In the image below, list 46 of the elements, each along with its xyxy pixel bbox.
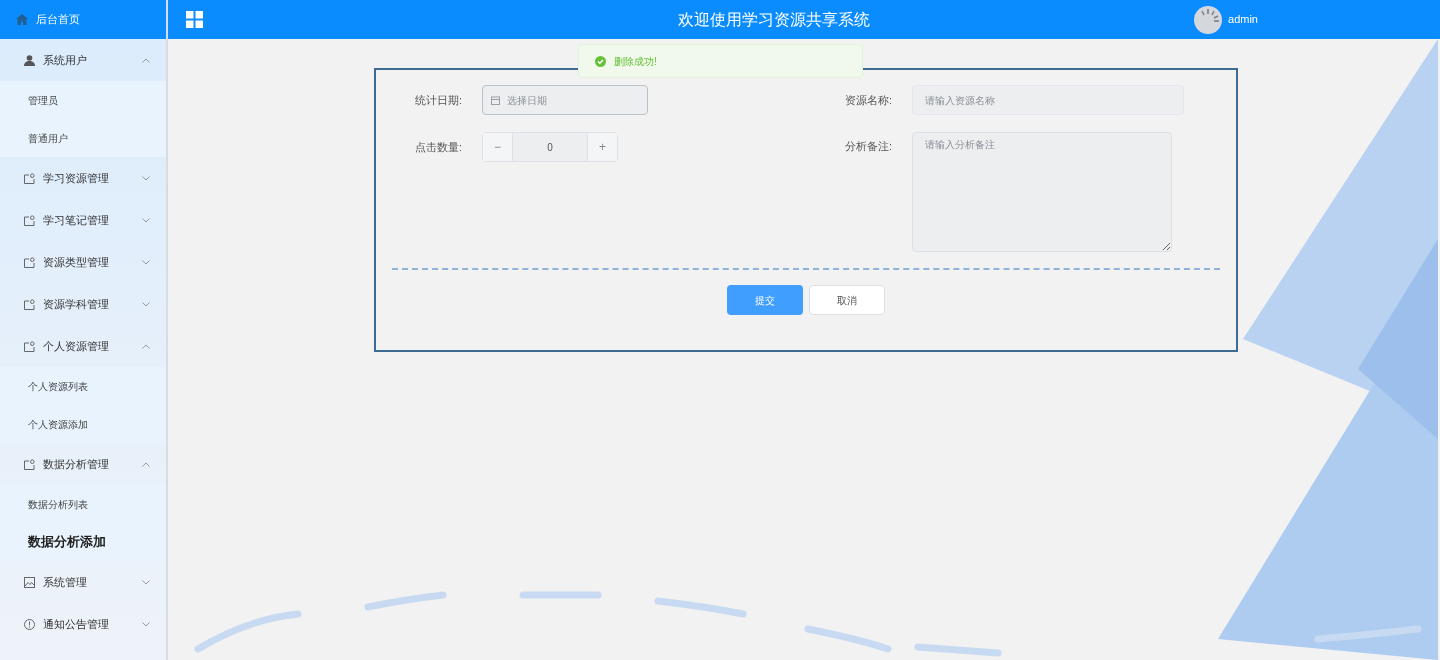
resource-name-field[interactable]: 请输入资源名称	[912, 85, 1184, 115]
chevron-up-icon	[142, 343, 150, 349]
menu-group[interactable]: 系统用户	[0, 39, 166, 81]
menu-group[interactable]: 数据分析管理	[0, 443, 166, 485]
image-icon	[24, 576, 35, 588]
chevron-down-icon	[142, 621, 150, 627]
menu-group[interactable]: 资源学科管理	[0, 283, 166, 325]
field-label: 资源名称:	[843, 92, 893, 108]
menu-item[interactable]: 管理员	[0, 81, 166, 119]
check-circle-icon	[595, 55, 606, 67]
menu-group[interactable]: 学习笔记管理	[0, 199, 166, 241]
menu-group[interactable]: 个人资源管理	[0, 325, 166, 367]
folder-icon	[24, 214, 35, 226]
calendar-icon	[491, 96, 500, 105]
user-icon	[24, 54, 35, 66]
notes-field[interactable]: 请输入分析备注	[912, 132, 1172, 252]
chevron-down-icon	[142, 217, 150, 223]
chevron-down-icon	[142, 259, 150, 265]
field-label: 统计日期:	[413, 92, 463, 108]
menu-item[interactable]: 数据分析添加	[0, 523, 166, 561]
app-title: 欢迎使用学习资源共享系统	[677, 9, 870, 30]
cancel-button[interactable]: 取消	[809, 285, 885, 315]
folder-icon	[24, 458, 35, 470]
menu-group[interactable]: 资源类型管理	[0, 241, 166, 283]
menu-item[interactable]: 数据分析列表	[0, 485, 166, 523]
info-icon	[24, 618, 35, 630]
success-toast: 删除成功!	[578, 44, 863, 78]
folder-icon	[24, 256, 35, 268]
field-label: 点击数量:	[413, 139, 463, 155]
chevron-down-icon	[142, 175, 150, 181]
folder-icon	[24, 298, 35, 310]
folder-icon	[24, 172, 35, 184]
chevron-up-icon	[142, 461, 150, 467]
chevron-up-icon	[142, 57, 150, 63]
chevron-down-icon	[142, 301, 150, 307]
chevron-down-icon	[142, 579, 150, 585]
menu-group[interactable]: 系统管理	[0, 561, 166, 603]
folder-icon	[24, 340, 35, 352]
date-field[interactable]: 选择日期	[482, 85, 648, 115]
menu-group[interactable]: 学习资源管理	[0, 157, 166, 199]
field-label: 分析备注:	[843, 139, 893, 154]
menu-item[interactable]: 普通用户	[0, 119, 166, 157]
home-icon	[16, 14, 28, 25]
menu-group[interactable]: 通知公告管理	[0, 603, 166, 645]
grid-menu-icon[interactable]	[186, 11, 203, 28]
avatar-icon[interactable]	[1194, 5, 1223, 34]
